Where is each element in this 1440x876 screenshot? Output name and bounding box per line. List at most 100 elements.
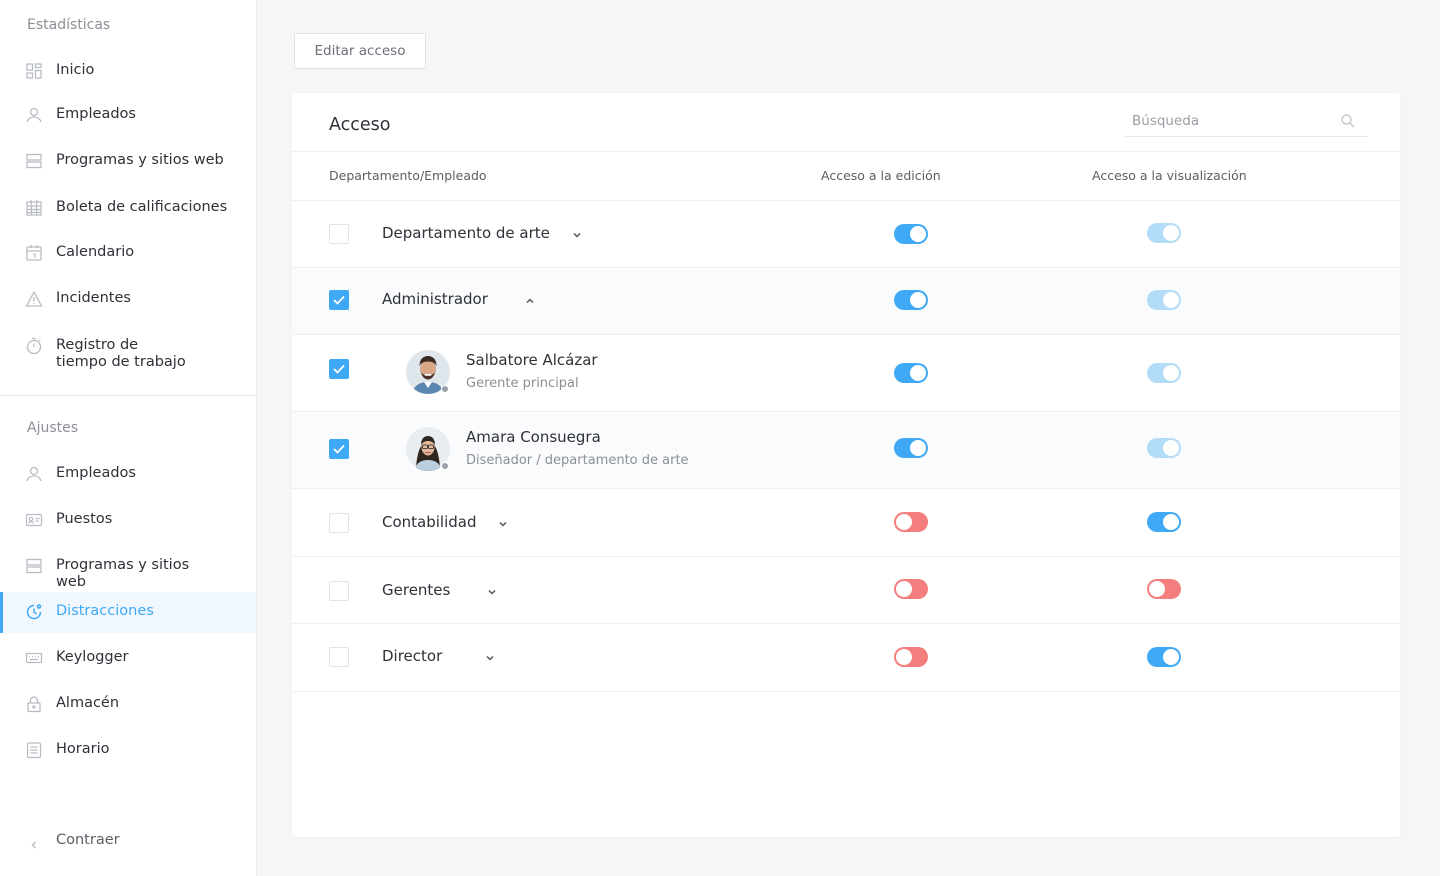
row-checkbox[interactable] xyxy=(329,359,349,379)
chevron-left-icon xyxy=(29,835,39,849)
table-row: Director xyxy=(292,624,1400,692)
table-row: Departamento de arte xyxy=(292,201,1400,268)
keyboard-icon xyxy=(25,649,43,667)
view-access-toggle[interactable] xyxy=(1147,512,1181,532)
chevron-down-icon[interactable] xyxy=(497,518,509,530)
collapse-sidebar-button[interactable]: Contraer xyxy=(0,824,256,856)
edit-access-toggle[interactable] xyxy=(894,363,928,383)
sidebar-item-distracciones[interactable]: Distracciones xyxy=(0,592,256,633)
sidebar-item-incidentes[interactable]: Incidentes xyxy=(0,290,256,310)
sidebar-item-label: Puestos xyxy=(56,511,113,527)
sidebar-item-settings-empleados[interactable]: Empleados xyxy=(0,465,256,485)
search-box xyxy=(1125,107,1368,137)
edit-access-toggle[interactable] xyxy=(894,438,928,458)
sidebar-item-label: Calendario xyxy=(56,244,135,260)
section-label-stats: Estadísticas xyxy=(27,17,111,33)
sidebar-item-label: Incidentes xyxy=(56,290,131,306)
table-row: Amara Consuegra Diseñador / departamento… xyxy=(292,412,1400,489)
edit-access-toggle[interactable] xyxy=(894,512,928,532)
sidebar-item-puestos[interactable]: Puestos xyxy=(0,511,256,531)
avatar xyxy=(406,350,450,394)
employee-role: Diseñador / departamento de arte xyxy=(466,453,689,468)
department-label: Contabilidad xyxy=(382,513,477,531)
sidebar-item-label: Keylogger xyxy=(56,649,129,665)
view-access-toggle[interactable] xyxy=(1147,579,1181,599)
sidebar-item-label: Horario xyxy=(56,741,110,757)
user-icon xyxy=(25,106,43,124)
view-access-toggle[interactable] xyxy=(1147,363,1181,383)
row-checkbox[interactable] xyxy=(329,581,349,601)
sidebar-item-label: Almacén xyxy=(56,695,120,711)
chevron-down-icon[interactable] xyxy=(484,652,496,664)
column-header-entity: Departamento/Empleado xyxy=(329,168,487,183)
column-header-edit: Acceso a la edición xyxy=(821,168,941,183)
sidebar-item-empleados[interactable]: Empleados xyxy=(0,106,256,126)
sidebar-item-label: Inicio xyxy=(56,62,95,78)
access-card: Acceso Departamento/Empleado Acceso a la… xyxy=(292,93,1400,837)
sidebar-item-label: Programas y sitios web xyxy=(56,152,224,168)
sidebar-item-label: Distracciones xyxy=(56,603,154,619)
row-checkbox[interactable] xyxy=(329,224,349,244)
edit-access-toggle[interactable] xyxy=(894,579,928,599)
sidebar-item-inicio[interactable]: Inicio xyxy=(0,62,256,82)
apps-icon xyxy=(25,557,43,575)
id-card-icon xyxy=(25,511,43,529)
table-row: Gerentes xyxy=(292,557,1400,624)
collapse-label: Contraer xyxy=(56,832,120,848)
table-row: Administrador xyxy=(292,268,1400,335)
chevron-down-icon[interactable] xyxy=(486,586,498,598)
column-header-view: Acceso a la visualización xyxy=(1092,168,1247,183)
view-access-toggle[interactable] xyxy=(1147,647,1181,667)
warning-icon xyxy=(25,290,43,308)
employee-role: Gerente principal xyxy=(466,376,579,391)
department-label: Director xyxy=(382,647,443,665)
table-row: Contabilidad xyxy=(292,489,1400,557)
edit-access-toggle[interactable] xyxy=(894,647,928,667)
sidebar-divider xyxy=(0,395,256,396)
sidebar: Estadísticas Inicio Empleados Programas … xyxy=(0,0,257,876)
sidebar-item-almacen[interactable]: Almacén xyxy=(0,695,256,715)
department-label: Gerentes xyxy=(382,581,451,599)
sidebar-item-registro[interactable]: Registro de tiempo de trabajo xyxy=(0,337,256,373)
search-icon[interactable] xyxy=(1340,113,1356,129)
table-row: Salbatore Alcázar Gerente principal xyxy=(292,335,1400,412)
view-access-toggle[interactable] xyxy=(1147,223,1181,243)
lock-icon xyxy=(25,695,43,713)
view-access-toggle[interactable] xyxy=(1147,438,1181,458)
row-checkbox[interactable] xyxy=(329,439,349,459)
header-divider xyxy=(292,151,1400,152)
sidebar-item-horario[interactable]: Horario xyxy=(0,741,256,761)
avatar xyxy=(406,427,450,471)
edit-access-button[interactable]: Editar acceso xyxy=(294,33,426,69)
edit-access-toggle[interactable] xyxy=(894,224,928,244)
row-checkbox[interactable] xyxy=(329,290,349,310)
card-title: Acceso xyxy=(329,115,391,135)
sidebar-item-keylogger[interactable]: Keylogger xyxy=(0,649,256,669)
sidebar-item-label: Empleados xyxy=(56,465,136,481)
view-access-toggle[interactable] xyxy=(1147,290,1181,310)
chevron-down-icon[interactable] xyxy=(571,229,583,241)
sidebar-item-calendario[interactable]: Calendario xyxy=(0,244,256,264)
employee-name: Amara Consuegra xyxy=(466,428,601,446)
stopwatch-icon xyxy=(25,337,43,355)
section-label-settings: Ajustes xyxy=(27,420,79,436)
sidebar-item-settings-programas[interactable]: Programas y sitios web xyxy=(0,557,256,591)
sidebar-item-boleta[interactable]: Boleta de calificaciones xyxy=(0,199,256,219)
edit-access-toggle[interactable] xyxy=(894,290,928,310)
apps-icon xyxy=(25,152,43,170)
employee-name: Salbatore Alcázar xyxy=(466,351,598,369)
grid-calendar-icon xyxy=(25,199,43,217)
status-dot xyxy=(441,462,449,470)
department-label: Departamento de arte xyxy=(382,224,550,242)
sidebar-item-label: Registro de tiempo de trabajo xyxy=(56,337,186,370)
sidebar-item-label: Empleados xyxy=(56,106,136,122)
chevron-up-icon[interactable] xyxy=(524,295,536,307)
sidebar-item-label: Boleta de calificaciones xyxy=(56,199,228,215)
row-checkbox[interactable] xyxy=(329,513,349,533)
dashboard-icon xyxy=(25,62,43,80)
sidebar-item-programas[interactable]: Programas y sitios web xyxy=(0,152,256,172)
row-checkbox[interactable] xyxy=(329,647,349,667)
search-input[interactable] xyxy=(1125,107,1325,135)
sidebar-item-label: Programas y sitios web xyxy=(56,557,190,590)
department-label: Administrador xyxy=(382,290,488,308)
